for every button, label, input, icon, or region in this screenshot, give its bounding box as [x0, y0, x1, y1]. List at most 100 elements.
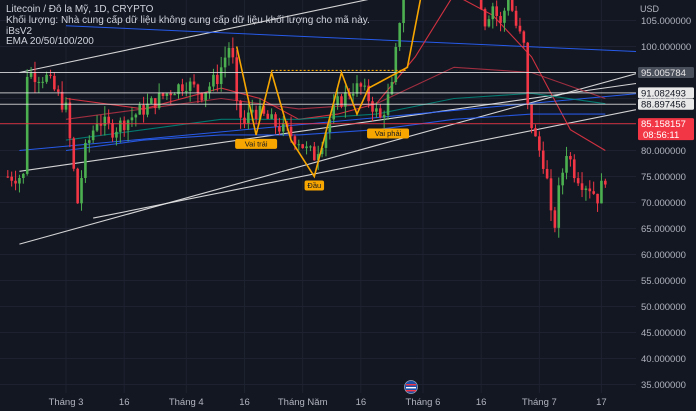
candle-body	[216, 74, 219, 85]
candle-body	[382, 114, 386, 118]
candle-body	[122, 120, 126, 131]
x-tick-label: 16	[119, 397, 130, 408]
candle-body	[561, 172, 564, 186]
candle-body	[227, 47, 231, 58]
candle-body	[549, 178, 553, 211]
candle-body	[95, 123, 99, 131]
candle-body	[56, 89, 60, 92]
candle-body	[375, 108, 378, 112]
candle-body	[10, 176, 13, 181]
candle-body	[398, 23, 401, 47]
candle-body	[223, 57, 227, 68]
level-badge-text: 88.897456	[641, 100, 686, 111]
candle-body	[483, 9, 487, 27]
chart-title: Litecoin / Đô la Mỹ, 1D, CRYPTO	[6, 4, 154, 15]
level-badge-text: 85.158157	[641, 119, 686, 130]
candle-body	[479, 0, 483, 10]
candle-body	[305, 146, 308, 149]
candle-body	[22, 173, 25, 178]
candle-body	[604, 180, 607, 185]
candle-body	[499, 15, 502, 23]
candle-body	[138, 104, 142, 115]
candle-body	[142, 104, 145, 115]
candle-body	[503, 10, 506, 23]
candle-body	[293, 136, 297, 145]
candle-body	[402, 0, 405, 24]
pattern-label: Vai trái	[245, 139, 268, 148]
candle-body	[165, 93, 169, 96]
price-axis[interactable]: 35.000000 40.000000 45.000000 50.000000 55.0…	[636, 0, 696, 411]
candle-body	[359, 83, 363, 87]
x-tick-label: Tháng Năm	[278, 397, 328, 408]
price-chart[interactable]: Vai trái Đầu Vai phải 35.000000 40.000000 45…	[0, 0, 696, 411]
level-badge-text: 91.082493	[641, 88, 686, 99]
candle-body	[173, 94, 176, 96]
candle-body	[41, 81, 45, 83]
candle-body	[25, 76, 29, 174]
candle-body	[188, 81, 192, 92]
candle-body	[157, 92, 161, 109]
candle-body	[72, 138, 76, 169]
candle-body	[495, 6, 498, 16]
candle-body	[107, 116, 110, 123]
candle-body	[64, 102, 68, 110]
candle-body	[130, 117, 134, 121]
candle-body	[313, 146, 316, 161]
candle-body	[169, 93, 173, 96]
candle-body	[518, 25, 522, 32]
countdown-text: 08:56:11	[643, 130, 679, 141]
x-tick-label: 16	[239, 397, 250, 408]
y-tick-label: 35.000000	[641, 380, 686, 391]
candle-body	[115, 131, 118, 138]
currency-label: USD	[640, 4, 660, 14]
candle-body	[60, 91, 64, 110]
candle-body	[572, 159, 576, 179]
candle-body	[371, 101, 374, 112]
candle-body	[87, 140, 91, 143]
candle-body	[134, 114, 138, 118]
y-tick-label: 50.000000	[641, 302, 686, 313]
candle-body	[596, 193, 599, 204]
candle-body	[297, 144, 301, 146]
y-tick-label: 60.000000	[641, 250, 686, 261]
candle-body	[29, 72, 33, 77]
candle-body	[592, 191, 595, 194]
candle-body	[538, 136, 541, 151]
indicator-ema[interactable]: EMA 20/50/100/200	[6, 36, 94, 47]
candle-body	[111, 122, 114, 138]
candle-body	[235, 57, 239, 101]
candle-body	[14, 180, 17, 184]
candle-body	[181, 84, 184, 92]
candle-body	[340, 96, 343, 107]
candle-body	[487, 19, 491, 27]
candle-body	[119, 120, 122, 132]
candle-body	[150, 98, 153, 104]
candle-body	[146, 103, 149, 115]
y-tick-label: 105.000000	[641, 16, 691, 27]
candle-body	[545, 168, 549, 179]
candle-body	[84, 142, 87, 178]
candle-body	[491, 6, 495, 20]
candle-body	[378, 108, 382, 118]
candle-body	[53, 75, 56, 90]
candle-body	[153, 98, 157, 109]
candle-body	[363, 85, 367, 87]
y-tick-label: 40.000000	[641, 354, 686, 365]
candle-body	[576, 178, 580, 184]
candle-body	[274, 114, 277, 127]
candle-body	[541, 150, 545, 169]
candle-body	[530, 104, 533, 129]
candle-body	[301, 144, 304, 149]
candle-body	[553, 210, 557, 228]
candle-body	[588, 188, 592, 192]
y-tick-label: 75.000000	[641, 172, 686, 183]
candle-body	[270, 114, 273, 119]
x-tick-label: Tháng 7	[522, 397, 557, 408]
candle-body	[351, 93, 355, 96]
x-tick-label: Tháng 3	[49, 397, 84, 408]
candle-body	[45, 74, 48, 82]
flag-icon[interactable]	[404, 380, 418, 394]
y-tick-label: 80.000000	[641, 146, 686, 157]
candle-body	[600, 180, 603, 204]
y-tick-label: 100.000000	[641, 42, 691, 53]
